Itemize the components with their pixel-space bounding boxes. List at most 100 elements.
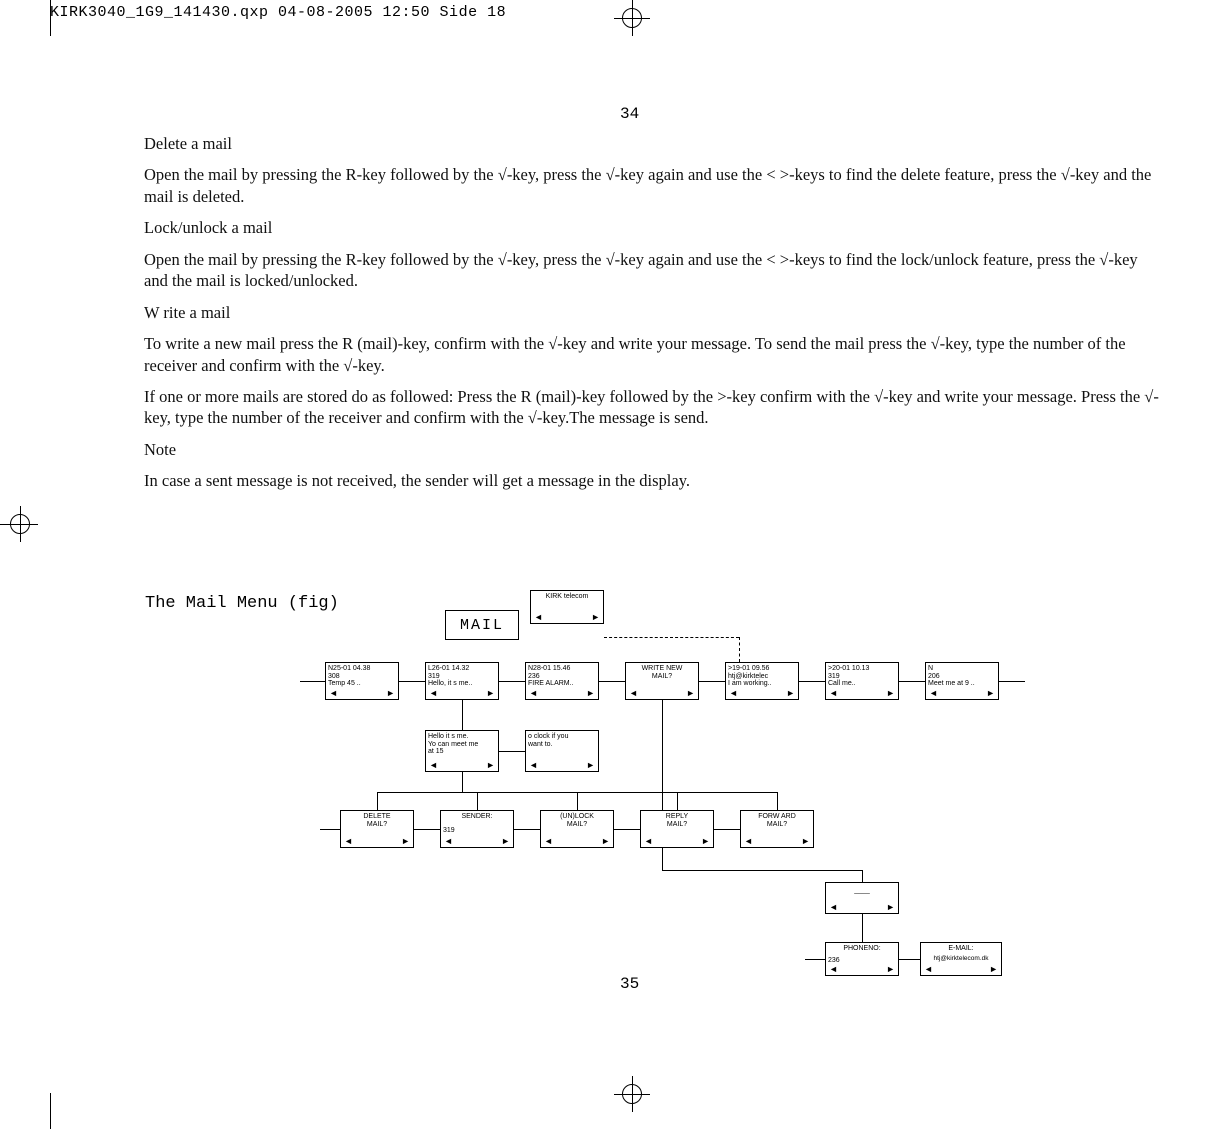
- connector: [320, 829, 340, 830]
- arrow-right-icon: ►: [886, 965, 895, 975]
- connector: [604, 637, 739, 638]
- screen-reply: REPLY MAIL? ◄ ►: [640, 810, 714, 848]
- screen-mail-6: >20-01 10.13 319 Call me..◄ ►: [825, 662, 899, 700]
- connector: [677, 792, 678, 810]
- arrow-left-icon: ◄: [829, 689, 838, 699]
- connector: [662, 700, 663, 810]
- page-number-bottom: 35: [620, 975, 639, 993]
- registration-mark-icon: [618, 1080, 646, 1108]
- para-note: In case a sent message is not received, …: [144, 470, 1159, 491]
- registration-mark-icon: [6, 510, 34, 538]
- screen-sender: SENDER:319◄►: [440, 810, 514, 848]
- heading-lock: Lock/unlock a mail: [144, 217, 1159, 238]
- connector: [777, 792, 778, 810]
- screen-text: (UN)LOCK MAIL?: [541, 811, 613, 828]
- body-text: Delete a mail Open the mail by pressing …: [144, 133, 1159, 502]
- arrow-left-icon: ◄: [529, 689, 538, 699]
- screen-mail-1: N25-01 04.38 308 Temp 45 ..◄ ►: [325, 662, 399, 700]
- screen-text: >19-01 09.56 htj@kirktelec I am working.…: [726, 663, 798, 688]
- screen-kirk: KIRK telecom ◄►: [530, 590, 604, 624]
- screen-value: htj@kirktelecom.dk: [921, 953, 1001, 962]
- screen-unlock: (UN)LOCK MAIL? ◄ ►: [540, 810, 614, 848]
- screen-text: N25-01 04.38 308 Temp 45 ..: [326, 663, 398, 688]
- screen-text: L26-01 14.32 319 Hello, it s me..: [426, 663, 498, 688]
- arrow-left-icon: ◄: [929, 689, 938, 699]
- screen-forward: FORW ARD MAIL?◄►: [740, 810, 814, 848]
- arrow-left-icon: ◄: [829, 903, 838, 913]
- arrow-left-icon: ◄: [629, 689, 638, 699]
- figure-title: The Mail Menu (fig): [145, 594, 339, 613]
- arrow-right-icon: ►: [601, 837, 610, 847]
- screen-text: N28-01 15.46 236 FIRE ALARM..: [526, 663, 598, 688]
- arrow-right-icon: ►: [386, 689, 395, 699]
- screen-text: WRITE NEW MAIL?: [626, 663, 698, 680]
- arrow-left-icon: ◄: [344, 837, 353, 847]
- arrow-right-icon: ►: [886, 689, 895, 699]
- arrow-right-icon: ►: [401, 837, 410, 847]
- arrow-left-icon: ◄: [544, 837, 553, 847]
- connector: [399, 681, 425, 682]
- arrow-left-icon: ◄: [744, 837, 753, 847]
- connector: [714, 829, 740, 830]
- screen-delete: DELETE MAIL?◄►: [340, 810, 414, 848]
- arrow-left-icon: ◄: [729, 689, 738, 699]
- arrow-right-icon: ►: [801, 837, 810, 847]
- connector: [662, 848, 663, 870]
- screen-text: >20-01 10.13 319 Call me..: [826, 663, 898, 688]
- arrow-right-icon: ►: [486, 689, 495, 699]
- screen-header: E-MAIL:: [921, 943, 1001, 953]
- para-lock: Open the mail by pressing the R-key foll…: [144, 249, 1159, 292]
- arrow-left-icon: ◄: [534, 613, 543, 623]
- connector: [514, 829, 540, 830]
- connector: [862, 870, 863, 882]
- screen-header: SENDER:: [441, 811, 513, 821]
- connector: [999, 681, 1025, 682]
- para-delete: Open the mail by pressing the R-key foll…: [144, 164, 1159, 207]
- screen-phoneno: PHONENO:236◄►: [825, 942, 899, 976]
- connector: [477, 792, 478, 810]
- connector: [614, 829, 640, 830]
- mail-box: MAIL: [445, 610, 519, 640]
- screen-mail-7: N 206 Meet me at 9 ..◄ ►: [925, 662, 999, 700]
- arrow-left-icon: ◄: [429, 761, 438, 771]
- screen-text: KIRK telecom: [531, 591, 603, 601]
- connector: [577, 792, 578, 810]
- screen-text: N 206 Meet me at 9 ..: [926, 663, 998, 688]
- arrow-right-icon: ►: [486, 761, 495, 771]
- screen-email: E-MAIL:htj@kirktelecom.dk ◄ ►: [920, 942, 1002, 976]
- heading-delete: Delete a mail: [144, 133, 1159, 154]
- screen-msg-b: o clock if you want to.◄►: [525, 730, 599, 772]
- print-header: KIRK3040_1G9_141430.qxp 04-08-2005 12:50…: [50, 4, 506, 21]
- connector: [300, 681, 325, 682]
- connector: [462, 700, 463, 730]
- arrow-right-icon: ►: [586, 761, 595, 771]
- arrow-right-icon: ►: [701, 837, 710, 847]
- screen-text: REPLY MAIL?: [641, 811, 713, 828]
- connector: [799, 681, 825, 682]
- screen-input-blank: ____◄►: [825, 882, 899, 914]
- arrow-right-icon: ►: [686, 689, 695, 699]
- arrow-right-icon: ►: [786, 689, 795, 699]
- connector: [899, 681, 925, 682]
- para-write-2: If one or more mails are stored do as fo…: [144, 386, 1159, 429]
- screen-value: 236: [826, 953, 898, 965]
- arrow-left-icon: ◄: [429, 689, 438, 699]
- arrow-right-icon: ►: [989, 965, 998, 975]
- page-number-top: 34: [620, 105, 639, 123]
- connector: [739, 637, 740, 662]
- arrow-right-icon: ►: [501, 837, 510, 847]
- screen-write-new: WRITE NEW MAIL? ◄ ►: [625, 662, 699, 700]
- screen-mail-3: N28-01 15.46 236 FIRE ALARM..◄►: [525, 662, 599, 700]
- connector: [499, 751, 525, 752]
- arrow-left-icon: ◄: [924, 965, 933, 975]
- registration-mark-icon: [618, 4, 646, 32]
- arrow-left-icon: ◄: [529, 761, 538, 771]
- connector: [599, 681, 625, 682]
- arrow-left-icon: ◄: [644, 837, 653, 847]
- screen-text: Hello it s me. Yo can meet me at 15: [426, 731, 498, 756]
- connector: [499, 681, 525, 682]
- arrow-left-icon: ◄: [329, 689, 338, 699]
- arrow-right-icon: ►: [986, 689, 995, 699]
- connector: [862, 914, 863, 942]
- connector: [462, 772, 463, 792]
